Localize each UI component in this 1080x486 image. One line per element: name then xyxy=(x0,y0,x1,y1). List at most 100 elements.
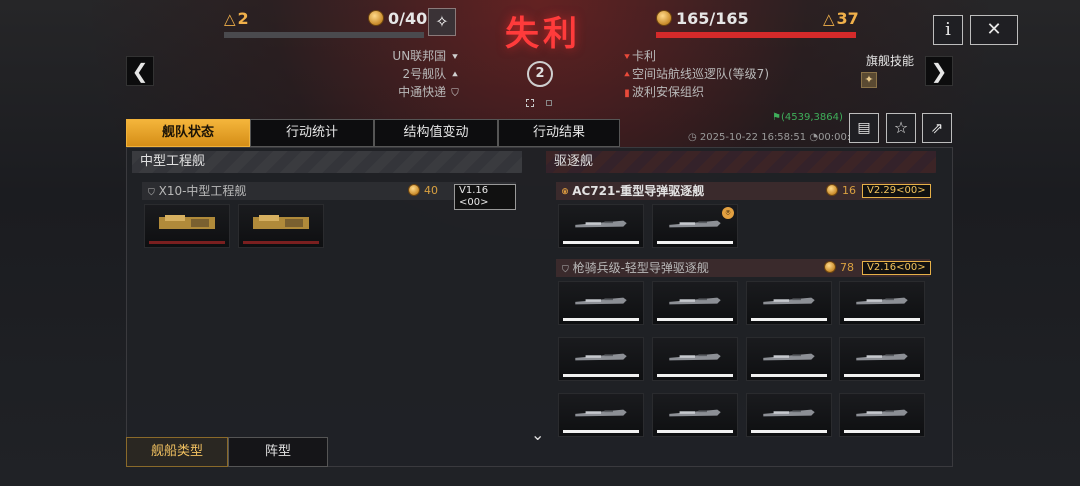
ship-hp-bar xyxy=(844,430,920,433)
defender-fleet: ⯅空间站航线巡逻队(等级7) xyxy=(622,66,822,84)
destroyer-ship-image xyxy=(575,353,627,361)
ship-hp-bar xyxy=(563,374,639,377)
rank-icon: ⛉ xyxy=(148,188,155,198)
version-badge: V2.29<00> xyxy=(862,184,931,198)
faction-emblem-icon[interactable]: ✧ xyxy=(428,8,456,36)
destroyer-ship-image xyxy=(575,220,627,228)
ship-card[interactable] xyxy=(746,337,832,381)
page-dot[interactable] xyxy=(546,100,552,106)
ship-hp-bar xyxy=(657,318,733,321)
prev-button[interactable]: ❮ xyxy=(126,56,154,86)
destroyer-ship-image xyxy=(763,409,815,417)
destroyer-ship-image xyxy=(575,297,627,305)
ship-card[interactable] xyxy=(839,337,925,381)
ship-cost: 16 xyxy=(826,182,856,200)
attacker-nation: UN联邦国 ⯆ xyxy=(360,48,460,66)
left-section-header: 中型工程舰 xyxy=(132,151,522,173)
ship-hp-bar xyxy=(751,430,827,433)
supply-count: 0/40 xyxy=(368,9,427,28)
tab-structure-change[interactable]: 结构值变动 xyxy=(374,119,498,147)
chevron-down-icon: ⯆ xyxy=(623,52,631,63)
coin-icon xyxy=(408,184,420,196)
destroyer-ship-image xyxy=(669,297,721,305)
tab-action-result[interactable]: 行动结果 xyxy=(498,119,620,147)
close-button[interactable]: ✕ xyxy=(970,15,1018,45)
ship-card[interactable] xyxy=(558,337,644,381)
destroyer-ship-image xyxy=(763,353,815,361)
favorite-star-button[interactable]: ☆ xyxy=(886,113,916,143)
ship-hp-bar xyxy=(149,241,225,244)
destroyer-ship-image xyxy=(669,220,721,228)
destroyer-ship-image xyxy=(669,409,721,417)
destroyer-ship-image xyxy=(856,297,908,305)
next-button[interactable]: ❯ xyxy=(925,56,953,86)
ship-card[interactable] xyxy=(839,393,925,437)
ship-card[interactable] xyxy=(746,281,832,325)
ship-card[interactable]: ⍟ xyxy=(652,204,738,248)
page-dot-active[interactable] xyxy=(526,99,534,107)
attacker-org: 中通快递 ⛉ xyxy=(360,84,460,102)
ship-hp-bar xyxy=(243,241,319,244)
coin-icon xyxy=(824,261,836,273)
coin-icon xyxy=(826,184,838,196)
ship-hp-bar xyxy=(563,318,639,321)
destroyer-ship-image xyxy=(856,353,908,361)
report-button[interactable]: ▤ xyxy=(849,113,879,143)
clock-icon: ◷ xyxy=(688,132,697,143)
ship-card[interactable] xyxy=(746,393,832,437)
right-delta: △ 37 xyxy=(823,9,859,28)
destroyer-ship-image xyxy=(763,297,815,305)
rank-icon: ⛉ xyxy=(562,265,569,275)
ship-card[interactable] xyxy=(558,204,644,248)
left-progress-bar xyxy=(224,32,424,38)
ship-card[interactable] xyxy=(558,281,644,325)
chevron-up-icon: ⯅ xyxy=(451,70,459,81)
defender-info: ⯆卡利 ⯅空间站航线巡逻队(等级7) ▮ 波利安保组织 xyxy=(622,48,822,102)
info-button[interactable]: i xyxy=(933,15,963,45)
ship-card[interactable] xyxy=(652,393,738,437)
share-button[interactable]: ⇗ xyxy=(922,113,952,143)
ship-hp-bar xyxy=(563,430,639,433)
right-progress-bar xyxy=(656,32,856,38)
round-badge: 2 xyxy=(527,61,553,87)
shield-icon: ⛉ xyxy=(451,88,459,99)
flagship-badge-icon: ⍟ xyxy=(722,207,734,219)
ship-group-row: ⛉ X10-中型工程舰 40 V1.16 <00> xyxy=(142,182,516,210)
ship-cost: 78 xyxy=(824,259,854,277)
ship-cost: 40 xyxy=(408,182,438,200)
flagship-skill-icon[interactable]: ✦ xyxy=(861,72,877,88)
ship-card[interactable] xyxy=(558,393,644,437)
ship-hp-bar xyxy=(657,430,733,433)
ship-card[interactable] xyxy=(144,204,230,248)
flag-icon: ▮ xyxy=(624,88,630,99)
version-badge: V1.16 <00> xyxy=(454,184,516,210)
right-section-header: 驱逐舰 xyxy=(546,151,936,173)
tab-fleet-status[interactable]: 舰队状态 xyxy=(126,119,250,147)
chevron-up-icon: ⯅ xyxy=(623,70,631,81)
destroyer-ship-image xyxy=(856,409,908,417)
ship-card[interactable] xyxy=(839,281,925,325)
tab-action-stats[interactable]: 行动统计 xyxy=(250,119,374,147)
ship-card[interactable] xyxy=(652,337,738,381)
battle-time: ◷ 2025-10-22 16:58:51 ◔00:00:15 xyxy=(688,132,863,143)
tab-formation[interactable]: 阵型 xyxy=(228,437,328,467)
attacker-fleet: 2号舰队 ⯅ xyxy=(360,66,460,84)
strength-count: 165/165 xyxy=(656,9,749,28)
battle-result-title: 失利 xyxy=(505,14,581,54)
left-delta: △ 2 xyxy=(224,9,249,28)
ship-card[interactable] xyxy=(238,204,324,248)
ship-hp-bar xyxy=(751,374,827,377)
ship-hp-bar xyxy=(657,374,733,377)
engineering-ship-image xyxy=(253,215,309,229)
ship-card[interactable] xyxy=(652,281,738,325)
ship-hp-bar xyxy=(563,241,639,244)
scroll-down-icon[interactable]: ⌄ xyxy=(531,425,544,444)
attacker-info: UN联邦国 ⯆ 2号舰队 ⯅ 中通快递 ⛉ xyxy=(360,48,460,102)
ship-hp-bar xyxy=(844,374,920,377)
timer-icon: ◔ xyxy=(809,132,819,143)
ship-group-row: ⍟ AC721-重型导弹驱逐舰 16 V2.29<00> xyxy=(556,182,931,200)
destroyer-ship-image xyxy=(669,353,721,361)
destroyer-ship-image xyxy=(575,409,627,417)
tab-ship-type[interactable]: 舰船类型 xyxy=(126,437,228,467)
commander-icon: ⍟ xyxy=(562,187,568,198)
